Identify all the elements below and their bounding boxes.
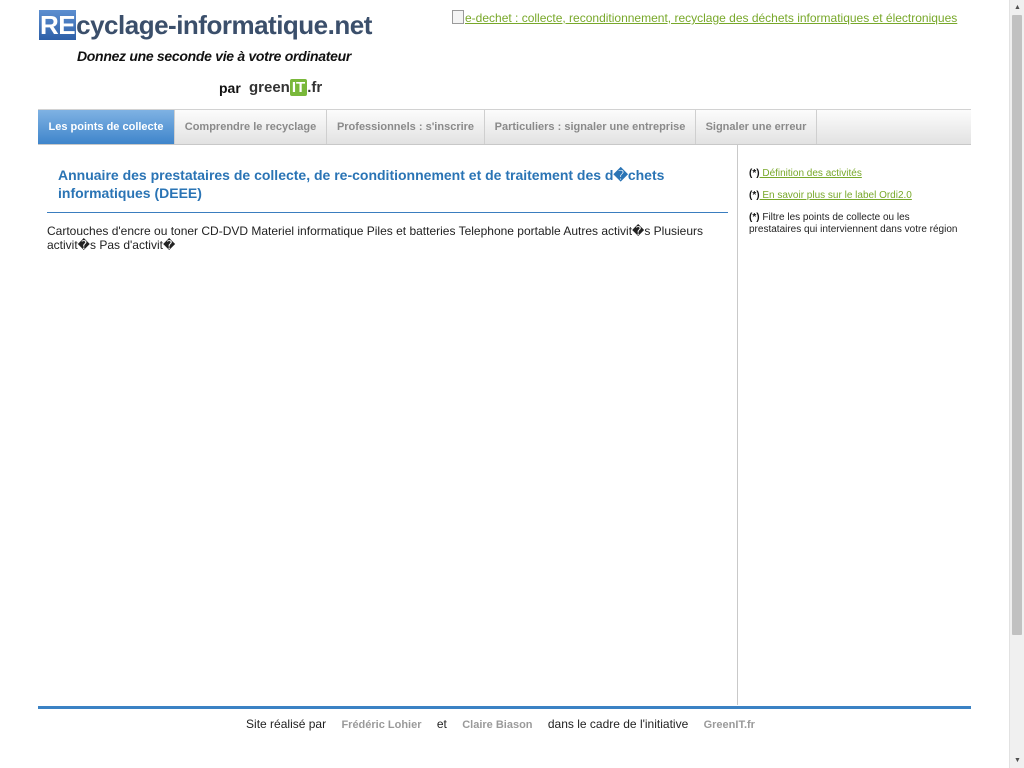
tab-comprendre-le-recyclage[interactable]: Comprendre le recyclage — [175, 110, 327, 144]
sidebar: (*) Définition des activités (*) En savo… — [749, 168, 959, 246]
greenit-green: green — [249, 79, 290, 96]
sidebar-item-definitions: (*) Définition des activités — [749, 168, 959, 180]
page-title: Annuaire des prestataires de collecte, d… — [58, 167, 665, 201]
definition-activites-link[interactable]: Définition des activités — [760, 168, 862, 179]
scroll-up-arrow-icon[interactable]: ▲ — [1010, 0, 1024, 15]
greenit-logo: green IT .fr — [249, 79, 322, 96]
asterisk-marker: (*) — [749, 168, 760, 179]
tab-particuliers-signaler[interactable]: Particuliers : signaler une entreprise — [485, 110, 696, 144]
tab-signaler-erreur[interactable]: Signaler une erreur — [696, 110, 817, 144]
scroll-down-arrow-icon[interactable]: ▼ — [1010, 753, 1024, 768]
tab-points-de-collecte[interactable]: Les points de collecte — [38, 110, 175, 144]
greenit-link[interactable]: GreenIT.fr — [704, 719, 755, 731]
footer-divider — [38, 706, 971, 709]
greenit-it: IT — [289, 79, 308, 96]
author-claire-biason-link[interactable]: Claire Biason — [462, 719, 532, 731]
scrollbar-thumb[interactable] — [1012, 15, 1022, 635]
author-frederic-lohier-link[interactable]: Frédéric Lohier — [341, 719, 421, 731]
sidebar-item-ordi2: (*) En savoir plus sur le label Ordi2.0 — [749, 190, 959, 202]
e-dechet-banner-link[interactable]: e-dechet : collecte, reconditionnement, … — [452, 10, 957, 25]
asterisk-marker: (*) — [749, 212, 760, 223]
main-content: Annuaire des prestataires de collecte, d… — [38, 145, 738, 705]
footer-and: et — [436, 717, 447, 731]
activity-list: Cartouches d'encre ou toner CD-DVD Mater… — [47, 224, 704, 252]
logo-tagline: Donnez une seconde vie à votre ordinateu… — [77, 48, 351, 64]
footer-context: dans le cadre de l'initiative — [547, 717, 689, 731]
tab-professionnels-inscrire[interactable]: Professionnels : s'inscrire — [327, 110, 485, 144]
page: REcyclage-informatique.net Donnez une se… — [38, 0, 971, 768]
asterisk-marker: (*) — [749, 190, 760, 201]
banner-alt-text: e-dechet : collecte, reconditionnement, … — [465, 11, 958, 25]
footer-made-by: Site réalisé par — [246, 717, 327, 731]
broken-image-icon — [452, 10, 464, 24]
logo-par: par — [219, 80, 241, 96]
title-divider — [47, 212, 728, 213]
filter-note-text: Filtre les points de collecte ou les pre… — [749, 212, 958, 235]
greenit-fr: .fr — [307, 79, 323, 96]
logo-name: cyclage-informatique.net — [76, 10, 372, 40]
vertical-scrollbar[interactable]: ▲ ▼ — [1009, 0, 1024, 768]
footer: Site réalisé par Frédéric Lohier et Clai… — [38, 717, 971, 731]
sidebar-item-filter-note: (*) Filtre les points de collecte ou les… — [749, 212, 959, 236]
site-logo[interactable]: REcyclage-informatique.net Donnez une se… — [38, 8, 372, 103]
label-ordi2-link[interactable]: En savoir plus sur le label Ordi2.0 — [760, 190, 912, 201]
logo-wordmark: REcyclage-informatique.net — [39, 10, 372, 41]
main-nav: Les points de collecte Comprendre le rec… — [38, 109, 971, 145]
logo-re: RE — [39, 10, 77, 40]
